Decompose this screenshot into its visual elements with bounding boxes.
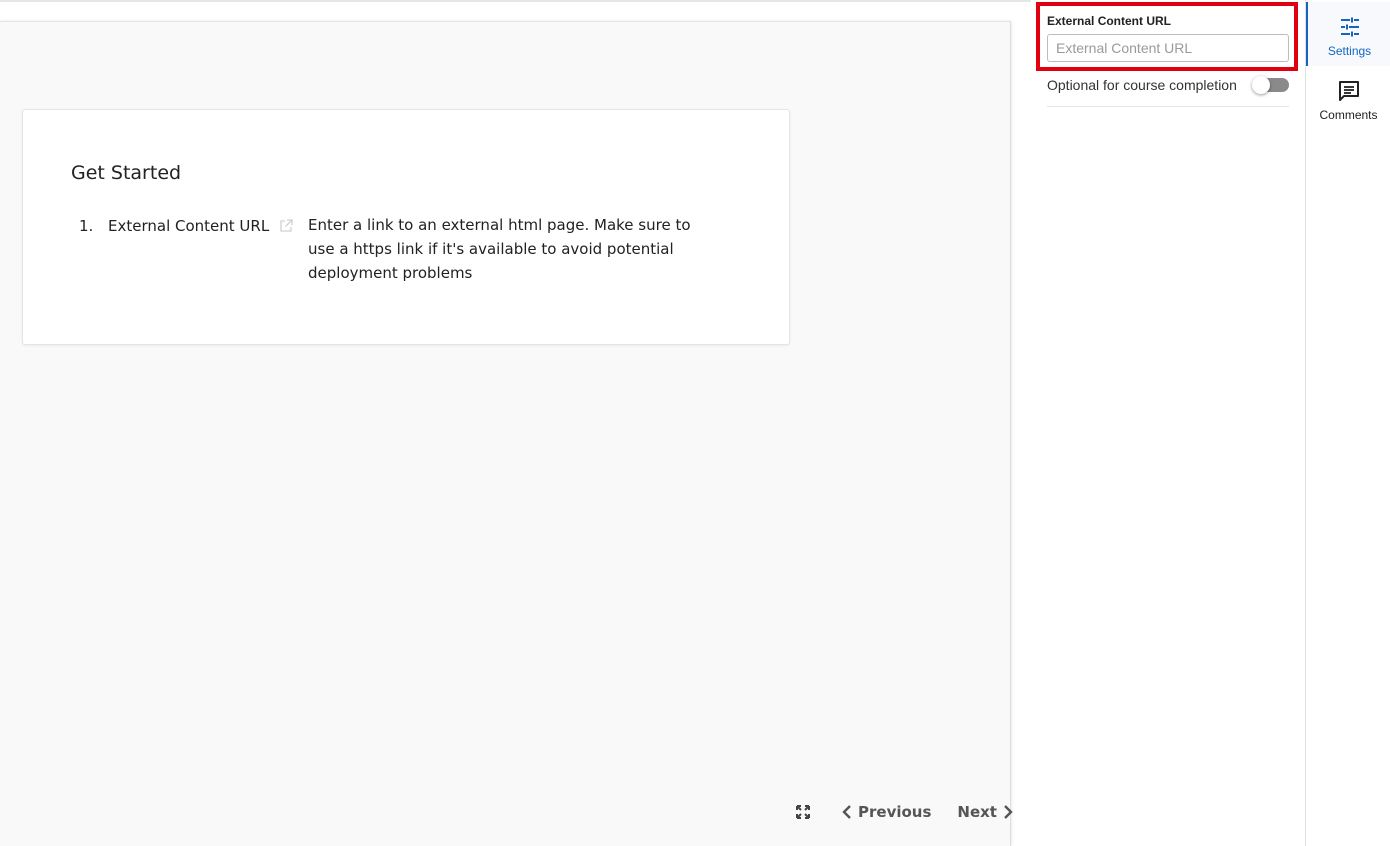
footer-navigation: Previous Next (794, 803, 1019, 821)
comment-icon (1338, 80, 1360, 102)
toggle-thumb (1252, 76, 1270, 94)
preview-top-border (0, 21, 1011, 22)
step-number: 1. (79, 217, 94, 235)
get-started-card: Get Started 1. External Content URL Ente… (22, 109, 790, 345)
previous-button[interactable]: Previous (836, 803, 931, 821)
step-item: 1. External Content URL Enter a link to … (79, 216, 708, 285)
optional-completion-row: Optional for course completion (1047, 75, 1289, 95)
step-name: External Content URL (108, 217, 270, 235)
chevron-left-icon (842, 805, 852, 819)
next-button[interactable]: Next (957, 803, 1019, 821)
rail-label-comments: Comments (1319, 108, 1378, 122)
chevron-right-icon (1003, 805, 1013, 819)
right-rail: Settings Comments (1305, 0, 1390, 846)
card-title: Get Started (71, 162, 182, 184)
rail-item-settings[interactable]: Settings (1306, 2, 1390, 66)
url-input[interactable] (1047, 34, 1289, 62)
fullscreen-icon[interactable] (794, 803, 812, 821)
optional-completion-label: Optional for course completion (1047, 77, 1237, 93)
url-field-label: External Content URL (1047, 14, 1172, 28)
settings-divider (1047, 106, 1289, 107)
sliders-icon (1340, 16, 1360, 38)
external-link-icon[interactable] (278, 217, 308, 239)
rail-item-comments[interactable]: Comments (1306, 66, 1390, 130)
rail-label-settings: Settings (1327, 44, 1372, 58)
settings-panel (1031, 0, 1305, 846)
optional-completion-toggle[interactable] (1252, 76, 1289, 94)
previous-label: Previous (858, 803, 932, 821)
next-label: Next (957, 803, 997, 821)
step-description: Enter a link to an external html page. M… (308, 216, 691, 282)
